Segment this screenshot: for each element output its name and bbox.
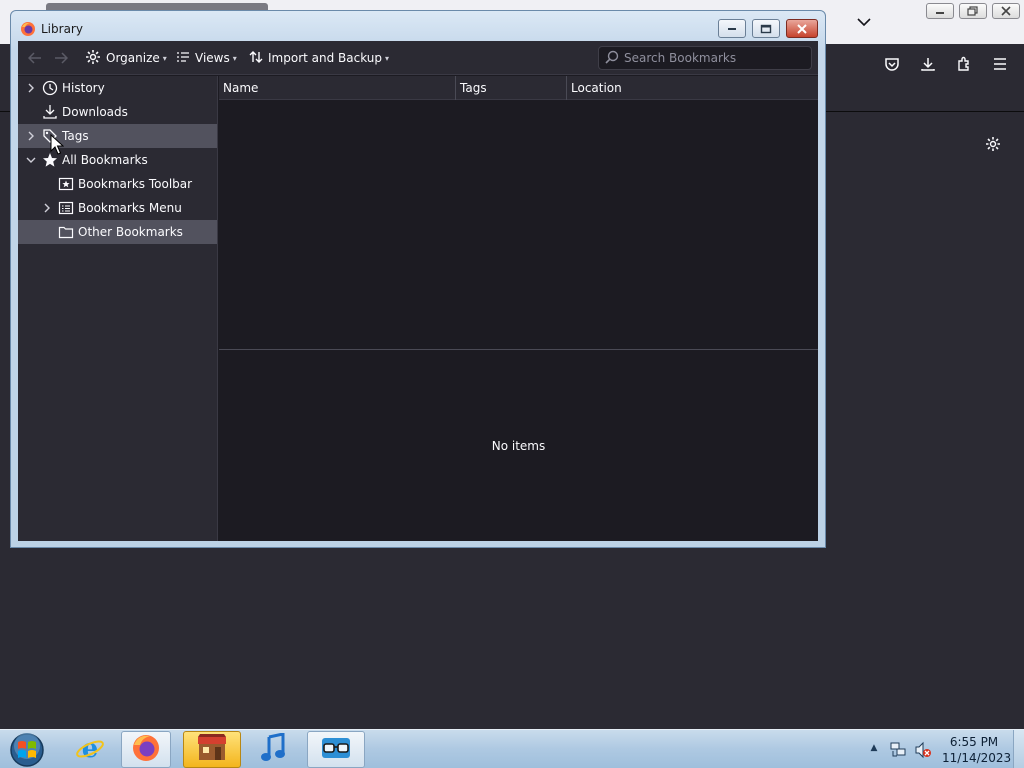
windows-taskbar: e ▲ 6:55 PM 11/14/2023 (0, 729, 1024, 768)
chevron-right-icon[interactable] (41, 202, 53, 214)
window-title: Library (41, 22, 83, 36)
show-hidden-icons-arrow-icon[interactable]: ▲ (868, 742, 880, 754)
clock-date[interactable]: 11/14/2023 (942, 751, 1011, 765)
background-restore-button[interactable] (959, 3, 987, 19)
search-icon (605, 50, 619, 67)
back-arrow-icon[interactable] (26, 49, 44, 67)
column-header-tags[interactable]: Tags (456, 76, 567, 100)
bookmarks-menu-icon (58, 200, 74, 216)
download-icon (42, 104, 58, 120)
forward-arrow-icon[interactable] (52, 49, 70, 67)
pocket-icon[interactable] (880, 52, 904, 76)
import-backup-label: Import and Backup (268, 51, 383, 65)
sidebar-item-downloads[interactable]: Downloads (18, 100, 217, 124)
sidebar-item-bookmarks-toolbar[interactable]: Bookmarks Toolbar (18, 172, 217, 196)
library-sidebar-tree: History Downloads Tags All Bookmarks Boo… (18, 76, 218, 541)
close-button[interactable] (786, 19, 818, 38)
taskbar-music-player[interactable] (249, 731, 299, 768)
bookmarks-list-header: Name Tags Location (219, 76, 818, 100)
taskbar-firefox[interactable] (121, 731, 171, 768)
sidebar-item-label: All Bookmarks (62, 153, 148, 167)
svg-text:e: e (82, 734, 99, 763)
clock-icon (42, 80, 58, 96)
sidebar-item-label: Tags (62, 129, 89, 143)
app-menu-icon[interactable] (988, 52, 1012, 76)
organize-menu-button[interactable]: Organize ▾ (85, 47, 167, 69)
firefox-icon (131, 733, 161, 766)
clock-time[interactable]: 6:55 PM (948, 735, 1000, 749)
sidebar-item-label: Bookmarks Toolbar (78, 177, 193, 191)
search-bookmarks-input[interactable] (624, 51, 804, 65)
folder-icon (58, 224, 74, 240)
library-window: Library Organize ▾ Views ▾ Import and Ba… (10, 10, 826, 548)
views-menu-button[interactable]: Views ▾ (176, 47, 237, 69)
mouse-cursor-icon (50, 133, 65, 156)
bookmarks-toolbar-icon (58, 176, 74, 192)
sidebar-item-history[interactable]: History (18, 76, 217, 100)
details-pane: No items (219, 349, 818, 541)
chevron-right-icon[interactable] (25, 130, 37, 142)
sidebar-item-label: Downloads (62, 105, 128, 119)
gear-icon[interactable] (981, 132, 1005, 156)
organize-label: Organize (106, 51, 160, 65)
column-header-location[interactable]: Location (567, 76, 818, 100)
background-close-button[interactable] (992, 3, 1020, 19)
chevron-right-icon[interactable] (25, 82, 37, 94)
library-toolbar: Organize ▾ Views ▾ Import and Backup ▾ (18, 41, 818, 75)
library-titlebar[interactable]: Library (11, 11, 825, 41)
empty-details-message: No items (491, 438, 546, 453)
taskbar-glasses-app[interactable] (307, 731, 365, 768)
gear-icon (85, 49, 101, 68)
dropdown-caret-icon: ▾ (162, 53, 167, 63)
extensions-icon[interactable] (952, 52, 976, 76)
sidebar-item-all-bookmarks[interactable]: All Bookmarks (18, 148, 217, 172)
taskbar-store-app[interactable] (183, 731, 241, 768)
search-bookmarks-box[interactable] (598, 46, 812, 70)
views-label: Views (195, 51, 230, 65)
downloads-icon[interactable] (916, 52, 940, 76)
taskbar-internet-explorer[interactable]: e (66, 731, 114, 768)
show-desktop-button[interactable] (1013, 730, 1024, 768)
sidebar-item-bookmarks-menu[interactable]: Bookmarks Menu (18, 196, 217, 220)
sidebar-item-label: Bookmarks Menu (78, 201, 182, 215)
start-button[interactable] (5, 731, 49, 768)
minimize-button[interactable] (718, 19, 746, 38)
list-all-tabs-chevron-icon[interactable] (852, 12, 876, 32)
column-header-name[interactable]: Name (219, 76, 456, 100)
maximize-button[interactable] (752, 19, 780, 38)
sidebar-item-tags[interactable]: Tags (18, 124, 217, 148)
firefox-icon (20, 21, 36, 37)
sidebar-item-label: History (62, 81, 105, 95)
views-list-icon (176, 51, 190, 66)
store-app-icon (196, 733, 228, 766)
network-icon[interactable] (889, 741, 907, 759)
bookmarks-list-body[interactable] (219, 100, 818, 349)
sidebar-item-other-bookmarks[interactable]: Other Bookmarks (18, 220, 217, 244)
library-client-area: Organize ▾ Views ▾ Import and Backup ▾ S… (18, 41, 818, 541)
sidebar-item-label: Other Bookmarks (78, 225, 183, 239)
import-backup-menu-button[interactable]: Import and Backup ▾ (249, 47, 389, 69)
glasses-icon (320, 735, 352, 764)
import-export-icon (249, 50, 263, 67)
chevron-down-icon[interactable] (25, 154, 37, 166)
volume-muted-icon[interactable] (914, 741, 932, 759)
dropdown-caret-icon: ▾ (385, 53, 390, 63)
internet-explorer-icon: e (75, 733, 105, 766)
background-minimize-button[interactable] (926, 3, 954, 19)
dropdown-caret-icon: ▾ (232, 53, 237, 63)
music-note-icon (260, 732, 288, 766)
